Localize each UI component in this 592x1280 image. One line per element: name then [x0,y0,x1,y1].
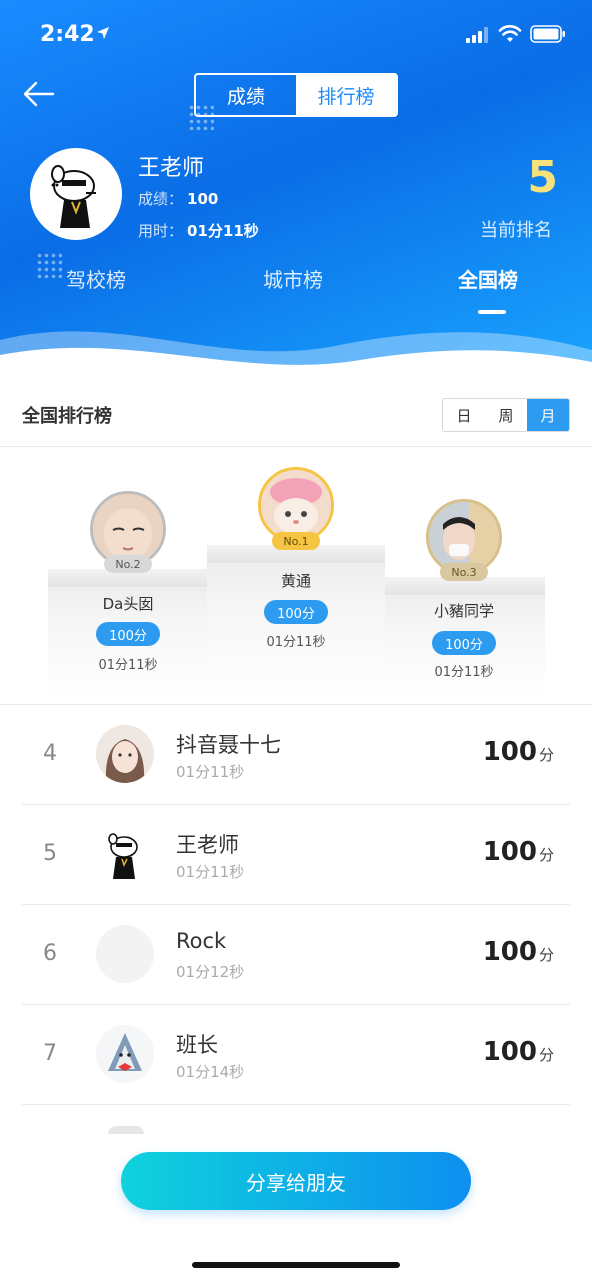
player-time: 01分11秒 [176,763,245,781]
podium-name-second: Da头囡 [102,595,154,613]
badge-second: No.2 [104,555,152,573]
score-value: 100 [187,190,219,208]
status-time: 2:42 [40,22,95,47]
avatar [96,825,154,883]
current-rank-label: 当前排名 [480,220,552,241]
segment-score[interactable]: 成绩 [196,75,296,115]
player-name: 王老师 [176,833,239,857]
tab-national[interactable]: 全国榜 [458,264,518,293]
status-bar: 2:42 [0,0,592,70]
podium-time-third: 01分11秒 [434,665,494,680]
shark-avatar-image [96,1025,154,1083]
period-week[interactable]: 周 [485,399,527,431]
rank-number: 6 [43,941,57,966]
player-score: 100 分 [483,737,554,767]
list-item[interactable]: 6 Rock 01分12秒 100 分 [22,905,570,1005]
time-label: 用时： [138,222,184,240]
score-unit: 分 [538,1046,554,1064]
back-arrow-icon[interactable] [22,80,56,108]
wifi-icon [498,25,522,42]
player-name: Rock [176,929,227,953]
rank-number: 7 [43,1041,57,1066]
girl-photo-image [96,725,154,783]
header: 2:42 成绩 排行榜 王老师 成绩： 100 用时： 01分11秒 5 当前排… [0,0,592,380]
score-value: 100 [482,837,537,867]
period-month[interactable]: 月 [527,399,569,431]
list-item[interactable]: 4 抖音聂十七 01分11秒 100 分 [22,705,570,805]
podium-score-second: 100分 [96,622,160,646]
current-rank-value: 5 [527,152,558,203]
battery-icon [530,25,565,43]
peppa-avatar-image [34,152,118,236]
avatar-partial [108,1126,144,1134]
score-unit: 分 [538,846,554,864]
time-value: 01分11秒 [187,222,259,240]
tab-active-indicator [478,310,506,314]
badge-third: No.3 [440,563,488,581]
segment-control: 成绩 排行榜 [194,73,398,117]
podium-time-first: 01分11秒 [266,635,326,650]
segment-leaderboard[interactable]: 排行榜 [296,75,396,115]
player-time: 01分12秒 [176,963,245,981]
avatar [96,725,154,783]
player-time: 01分11秒 [176,863,245,881]
badge-first: No.1 [272,532,320,550]
user-score: 成绩： 100 [138,188,218,209]
decor-dots [36,252,62,278]
user-name: 王老师 [138,156,205,181]
user-avatar [30,148,122,240]
player-score: 100 分 [483,1037,554,1067]
masked-kid-image [429,502,499,572]
score-label: 成绩： [138,190,184,208]
period-day[interactable]: 日 [443,399,485,431]
rank-number: 5 [43,841,57,866]
player-score: 100 分 [483,937,554,967]
podium-time-second: 01分11秒 [98,658,158,673]
baby-face-image [93,494,163,564]
home-indicator [192,1262,400,1268]
rank-number: 4 [43,741,57,766]
user-time: 用时： 01分11秒 [138,220,259,241]
podium-name-third: 小豬同学 [433,602,494,620]
player-name: 抖音聂十七 [176,733,281,757]
peppa-avatar-image [96,825,154,883]
score-unit: 分 [538,746,554,764]
list-item[interactable]: 5 王老师 01分11秒 100 分 [22,805,570,905]
podium-score-third: 100分 [432,631,496,655]
location-arrow-icon [97,27,109,39]
podium: No.2 No.1 No.3 Da头囡 100分 01分11秒 黄通 100分 … [0,447,592,703]
tab-school[interactable]: 驾校榜 [66,264,126,293]
avatar [96,925,154,983]
player-time: 01分14秒 [176,1063,245,1081]
player-score: 100 分 [483,837,554,867]
score-value: 100 [482,1037,537,1067]
cat-hat-image [261,470,331,540]
share-button[interactable]: 分享给朋友 [121,1152,471,1210]
player-name: 班长 [176,1033,218,1057]
list-item[interactable]: 7 班长 01分14秒 100 分 [22,1005,570,1105]
podium-score-first: 100分 [264,600,328,624]
tab-city[interactable]: 城市榜 [263,264,323,293]
signal-icon [466,27,488,43]
score-value: 100 [482,937,537,967]
score-value: 100 [482,737,537,767]
section-title: 全国排行榜 [22,406,112,427]
podium-name-first: 黄通 [280,572,311,590]
score-unit: 分 [538,946,554,964]
avatar [96,1025,154,1083]
period-selector: 日 周 月 [442,398,570,432]
